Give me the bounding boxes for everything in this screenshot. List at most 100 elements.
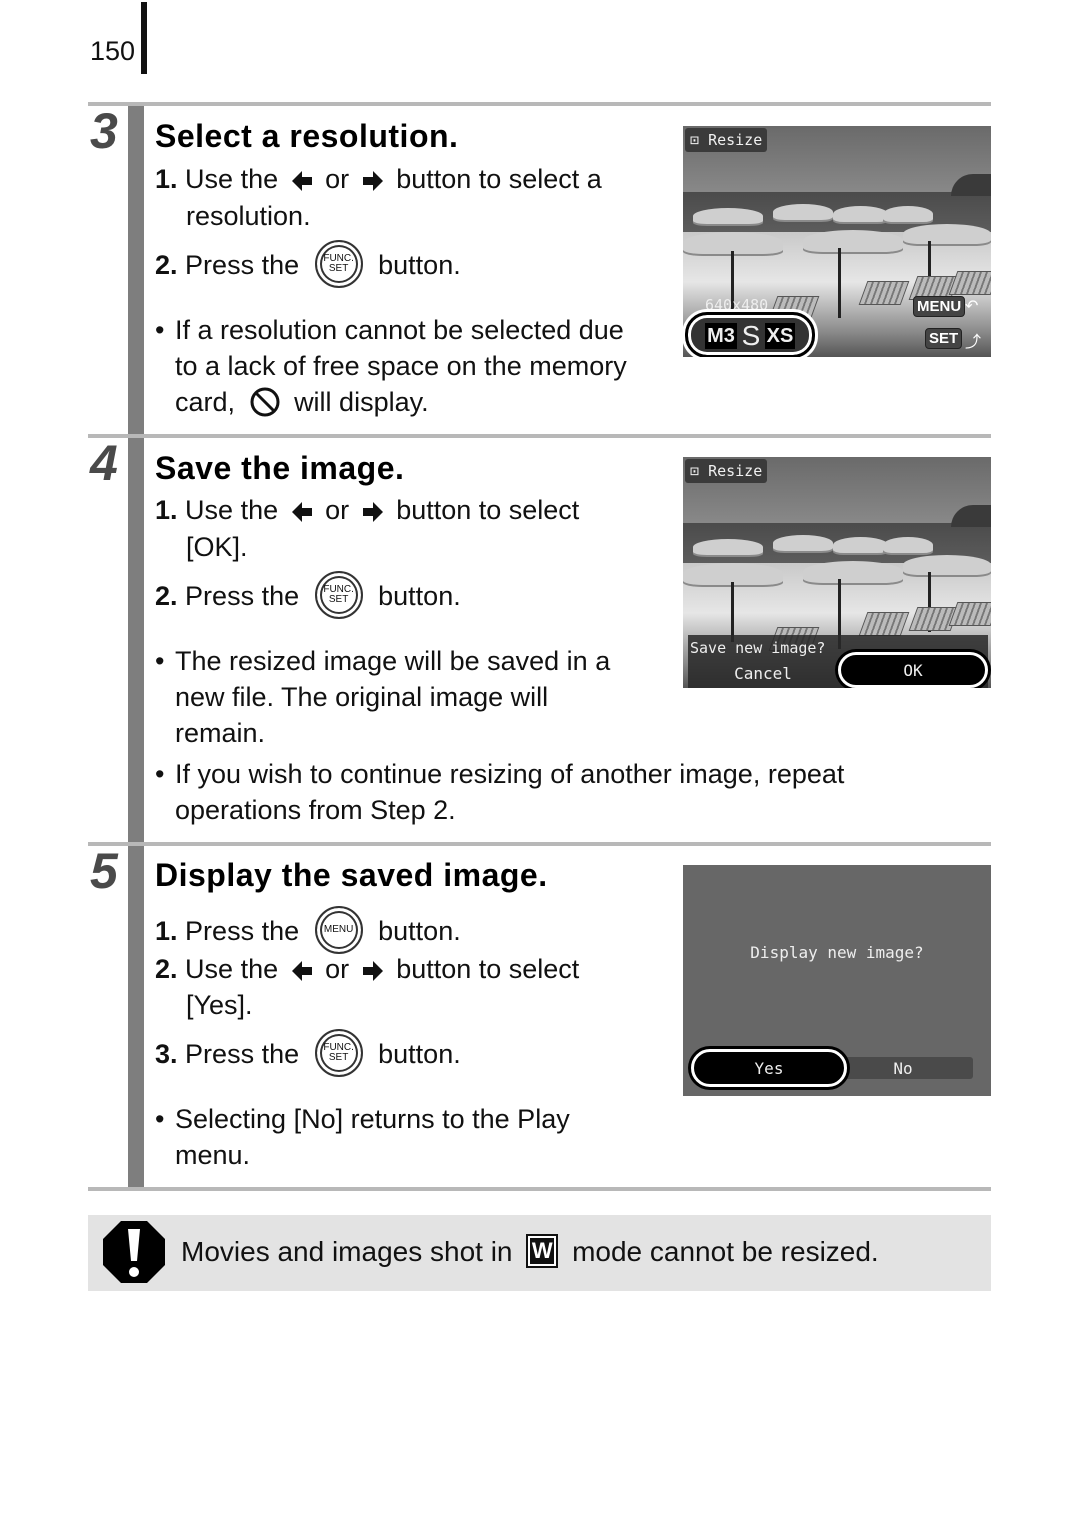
note-text: operations from Step 2.: [175, 795, 456, 825]
note-text: to a lack of free space on the memory: [175, 351, 627, 381]
step-number: 3: [90, 103, 118, 159]
option-s-selected[interactable]: S: [739, 320, 763, 351]
instruction-text: Use the: [185, 495, 279, 525]
confirm-icon: ⤴: [965, 334, 982, 351]
note-text-part: card,: [175, 387, 236, 417]
step-title: Select a resolution.: [155, 118, 459, 154]
instruction-number: 1.: [155, 916, 178, 947]
menu-title-text: Resize: [708, 462, 763, 480]
divider: [88, 1187, 991, 1191]
step-bar: [128, 438, 144, 842]
instruction-text: Press the: [185, 250, 300, 281]
right-arrow-icon: [362, 170, 383, 191]
instruction-text: button to select: [396, 954, 580, 984]
wide-mode-icon: W: [526, 1233, 559, 1268]
bullet: •: [155, 646, 165, 676]
caution-text-part: mode cannot be resized.: [572, 1236, 879, 1267]
bullet: •: [155, 1104, 165, 1134]
instruction-text: button to select a: [396, 164, 602, 194]
save-prompt: Save new image?: [690, 639, 826, 657]
divider: [88, 842, 991, 846]
left-arrow-icon: [291, 960, 312, 981]
menu-label: MENU: [323, 924, 354, 935]
step-bar: [128, 106, 144, 436]
caution-icon: [103, 1221, 165, 1283]
right-arrow-icon: [362, 501, 383, 522]
instruction: 1. Use the or button to select: [155, 497, 579, 524]
instruction: 1. Use the or button to select a: [155, 166, 602, 193]
instruction-text: or: [325, 164, 350, 194]
note-text-part: will display.: [294, 387, 429, 417]
instruction-text: Press the: [185, 916, 300, 947]
instruction-text: button.: [378, 581, 461, 612]
camera-screen-display-prompt: Display new image? No Yes: [683, 865, 991, 1096]
step-bar: [128, 846, 144, 1188]
note-text: remain.: [175, 718, 266, 748]
note-text: Selecting [No] returns to the Play: [175, 1104, 570, 1134]
caution-text-part: Movies and images shot in: [181, 1236, 513, 1267]
set-key-badge: SET: [925, 328, 963, 349]
func-set-button-icon: FUNC. SET: [314, 1029, 363, 1077]
no-button[interactable]: No: [833, 1057, 973, 1079]
back-icon: ↶: [965, 298, 979, 315]
instruction-text: button.: [378, 1039, 461, 1070]
instruction-number: 1.: [155, 164, 178, 194]
step-number: 5: [90, 843, 118, 899]
func-set-button-icon: FUNC. SET: [314, 240, 363, 288]
note-text: new file. The original image will: [175, 682, 549, 712]
note-text: The resized image will be saved in a: [175, 646, 611, 676]
set-label: SET: [328, 1052, 349, 1063]
instruction-number: 2.: [155, 250, 178, 281]
instruction-continuation: [Yes].: [186, 990, 253, 1020]
instruction-text: Use the: [185, 164, 279, 194]
right-arrow-icon: [362, 960, 383, 981]
display-prompt: Display new image?: [750, 943, 924, 962]
left-arrow-icon: [291, 170, 312, 191]
set-label: SET: [328, 263, 349, 274]
page-number-bar: [141, 2, 147, 74]
instruction-text: button.: [378, 916, 461, 947]
instruction-text: or: [325, 495, 350, 525]
instruction-text: or: [325, 954, 350, 984]
divider: [88, 102, 991, 106]
prohibited-icon: [250, 387, 280, 417]
instruction: 2. Press the FUNC. SET button.: [155, 240, 461, 288]
set-label: SET: [328, 594, 349, 605]
note-text: card, will display.: [175, 387, 429, 418]
step-title: Save the image.: [155, 450, 405, 486]
instruction-number: 2.: [155, 581, 178, 612]
func-set-button-icon: FUNC. SET: [314, 571, 363, 619]
note-text: If a resolution cannot be selected due: [175, 315, 624, 345]
step-title: Display the saved image.: [155, 857, 548, 893]
instruction: 2. Use the or button to select: [155, 956, 579, 983]
ok-button[interactable]: OK: [838, 652, 988, 688]
camera-screen-save-confirm: ⊡ Resize Save new image? Cancel OK: [683, 457, 991, 688]
resize-menu-title: ⊡ Resize: [685, 128, 768, 152]
instruction: 3. Press the FUNC. SET button.: [155, 1029, 461, 1077]
left-arrow-icon: [291, 501, 312, 522]
instruction-text: button to select: [396, 495, 580, 525]
camera-screen-resize-select: ⊡ Resize 640x480 M3 S XS MENU ↶ SET ⤴: [683, 126, 991, 357]
option-xs[interactable]: XS: [765, 323, 795, 349]
instruction: 2. Press the FUNC. SET button.: [155, 571, 461, 619]
divider: [88, 434, 991, 438]
instruction: 1. Press the MENU button.: [155, 906, 461, 954]
cancel-button[interactable]: Cancel: [693, 661, 833, 685]
instruction-number: 2.: [155, 954, 178, 984]
bullet: •: [155, 759, 165, 789]
option-m3[interactable]: M3: [705, 323, 737, 349]
menu-key-badge: MENU: [913, 296, 966, 317]
yes-button[interactable]: Yes: [691, 1049, 847, 1087]
instruction-number: 3.: [155, 1039, 178, 1070]
instruction-continuation: resolution.: [186, 201, 311, 231]
bullet: •: [155, 315, 165, 345]
page-number: 150: [90, 36, 136, 66]
step-number: 4: [90, 435, 118, 491]
instruction-number: 1.: [155, 495, 178, 525]
resize-menu-title: ⊡ Resize: [685, 459, 768, 483]
instruction-text: Use the: [185, 954, 279, 984]
instruction-continuation: [OK].: [186, 532, 248, 562]
instruction-text: button.: [378, 250, 461, 281]
note-text: menu.: [175, 1140, 251, 1170]
instruction-text: Press the: [185, 581, 300, 612]
